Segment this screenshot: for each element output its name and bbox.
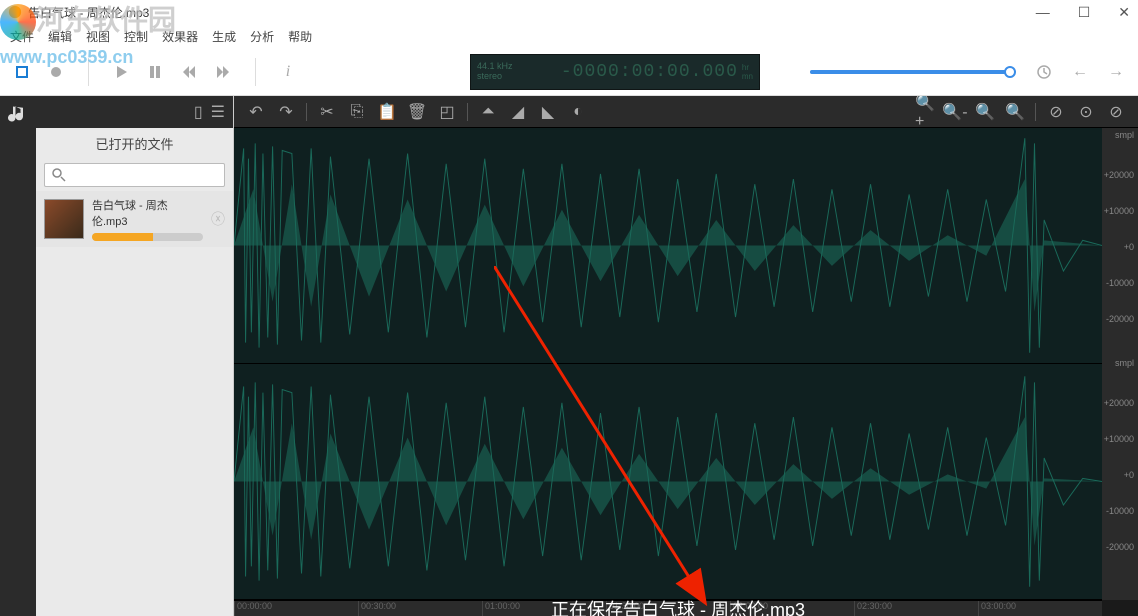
gain-icon[interactable]: ⏶ [478,102,498,122]
menu-file[interactable]: 文件 [10,28,34,45]
nav-back-icon[interactable]: ← [1068,60,1092,84]
timecode-value: -0000:00:00.000 [513,62,738,82]
window-title: 告白气球 - 周杰伦.mp3 [28,4,149,21]
amplitude-ruler: smpl +20000 +10000 +0 -10000 -20000 smpl… [1102,128,1138,600]
pause-button[interactable] [143,60,167,84]
zoom-fit-icon[interactable]: 🔍 [975,102,995,122]
sidebar-search[interactable] [44,163,225,187]
menubar: 文件 编辑 视图 控制 效果器 生成 分析 帮助 [0,24,1138,48]
main-toolbar: i 44.1 kHz stereo -0000:00:00.000 hrmn ←… [0,48,1138,96]
record-button[interactable] [44,60,68,84]
history-icon[interactable] [1032,60,1056,84]
forward-button[interactable] [211,60,235,84]
marker-icon[interactable]: ⊘ [1046,102,1066,122]
maximize-button[interactable]: ☐ [1078,4,1091,21]
menu-analyze[interactable]: 分析 [250,28,274,45]
info-button[interactable]: i [276,60,300,84]
dialog-title: 正在保存告白气球 - 周杰伦.mp3 [551,596,1138,616]
normalize-icon[interactable]: ◐ [568,102,588,122]
sidebar-tool-1[interactable]: ▯ [194,102,203,122]
titlebar: 告白气球 - 周杰伦.mp3 — ☐ ✕ [0,0,1138,24]
waveform-canvas: ↶ ↷ ✂ ⎘ 📋 🗑 ◰ ⏶ ◢ ◣ ◐ 🔍+ 🔍- 🔍 🔍 ⊘ ⊙ ⊘ [234,96,1138,616]
nav-forward-icon[interactable]: → [1104,60,1128,84]
delete-icon[interactable]: 🗑 [407,102,427,122]
channel-left [234,128,1102,364]
zoom-out-icon[interactable]: 🔍- [945,102,965,122]
channel-mode: stereo [477,72,513,82]
file-progress [92,233,203,241]
sidebar: ▯ ☰ 已打开的文件 告白气球 - 周杰伦.mp3 ⓧ [36,96,234,616]
sidebar-search-input[interactable] [71,169,218,181]
zoom-in-icon[interactable]: 🔍+ [915,102,935,122]
play-button[interactable] [109,60,133,84]
zoom-sel-icon[interactable]: 🔍 [1005,102,1025,122]
music-note-icon [8,104,28,124]
stop-button[interactable] [10,60,34,84]
sidebar-toolbar: ▯ ☰ [36,96,233,128]
copy-icon[interactable]: ⎘ [347,102,367,122]
menu-edit[interactable]: 编辑 [48,28,72,45]
loop-icon[interactable]: ⊙ [1076,102,1096,122]
undo-icon[interactable]: ↶ [246,102,266,122]
menu-control[interactable]: 控制 [124,28,148,45]
editor-toolbar: ↶ ↷ ✂ ⎘ 📋 🗑 ◰ ⏶ ◢ ◣ ◐ 🔍+ 🔍- 🔍 🔍 ⊘ ⊙ ⊘ [234,96,1138,128]
search-icon [51,167,67,183]
sidebar-title: 已打开的文件 [36,128,233,159]
region-icon[interactable]: ⊘ [1106,102,1126,122]
menu-generate[interactable]: 生成 [212,28,236,45]
redo-icon[interactable]: ↷ [276,102,296,122]
sidebar-item[interactable]: 告白气球 - 周杰伦.mp3 ⓧ [36,191,233,247]
volume-thumb[interactable] [1004,66,1016,78]
file-close-icon[interactable]: ⓧ [211,209,225,229]
channel-right [234,364,1102,600]
save-progress-dialog: 正在保存告白气球 - 周杰伦.mp3 剩余: 00:00:03 取消 [551,596,1138,616]
timecode-display: 44.1 kHz stereo -0000:00:00.000 hrmn [470,54,760,90]
menu-view[interactable]: 视图 [86,28,110,45]
volume-slider[interactable] [810,70,1010,74]
close-button[interactable]: ✕ [1118,4,1130,21]
fadein-icon[interactable]: ◢ [508,102,528,122]
cut-icon[interactable]: ✂ [317,102,337,122]
menu-effects[interactable]: 效果器 [162,28,198,45]
crop-icon[interactable]: ◰ [437,102,457,122]
rewind-button[interactable] [177,60,201,84]
file-name: 告白气球 - 周杰伦.mp3 [92,197,203,229]
paste-icon[interactable]: 📋 [377,102,397,122]
sidebar-tool-2[interactable]: ☰ [211,102,225,122]
main-area: ▯ ☰ 已打开的文件 告白气球 - 周杰伦.mp3 ⓧ ↶ ↷ ✂ ⎘ 📋 🗑 [0,96,1138,616]
minimize-button[interactable]: — [1036,4,1050,21]
file-thumbnail [44,199,84,239]
menu-help[interactable]: 帮助 [288,28,312,45]
waveform-display[interactable] [234,128,1102,600]
fadeout-icon[interactable]: ◣ [538,102,558,122]
sidebar-tab[interactable] [0,96,36,616]
app-icon [8,5,22,19]
